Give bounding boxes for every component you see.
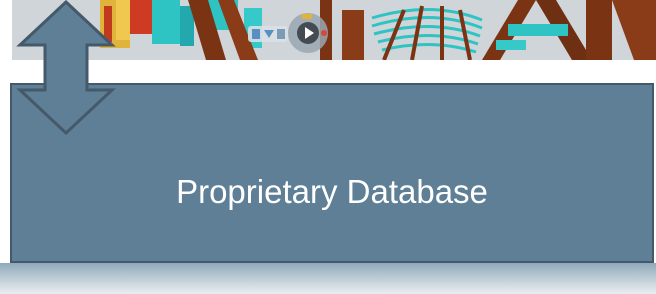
viewer-navigation-wheel[interactable] <box>248 12 338 54</box>
sun-icon[interactable] <box>302 14 312 19</box>
pan-icon[interactable] <box>277 29 285 39</box>
diagram-canvas: Proprietary Database <box>0 0 656 294</box>
database-label: Proprietary Database <box>176 173 488 210</box>
record-icon[interactable] <box>321 30 327 36</box>
slide-bottom-edge <box>0 263 656 294</box>
cube-icon[interactable] <box>252 29 260 39</box>
double-arrow-icon <box>16 0 116 136</box>
